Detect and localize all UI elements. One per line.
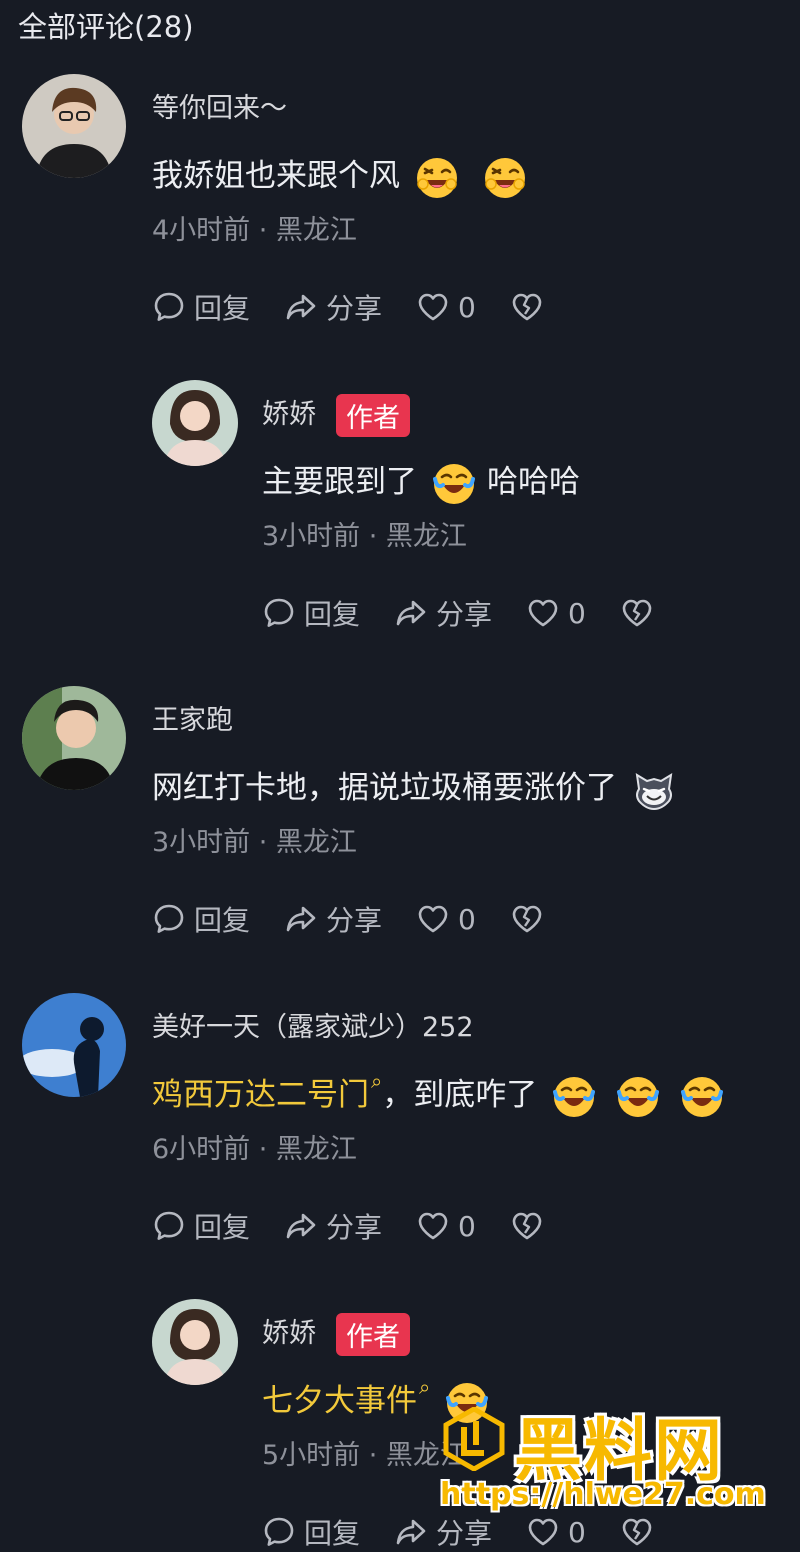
reply-label: 回复 xyxy=(304,598,361,631)
share-label: 分享 xyxy=(326,904,383,937)
comment-bubble-icon xyxy=(262,1515,296,1549)
watermark: 黑料网 https://hlwe27.com xyxy=(436,1395,800,1525)
crying-laugh-emoji xyxy=(679,1074,725,1120)
avatar[interactable] xyxy=(22,74,126,178)
broken-heart-icon xyxy=(510,290,544,324)
comment-author-name[interactable]: 娇娇 作者 xyxy=(262,1311,410,1356)
author-badge: 作者 xyxy=(336,394,410,437)
comment-actions: 回复 分享 0 xyxy=(152,1206,586,1246)
broken-heart-icon xyxy=(510,902,544,936)
author-name-text: 娇娇 xyxy=(262,399,316,430)
grinning-cat-emoji xyxy=(631,767,677,813)
share-button[interactable]: 分享 xyxy=(394,593,492,633)
reply-button[interactable]: 回复 xyxy=(262,593,360,633)
like-count: 0 xyxy=(458,290,476,324)
comment-text: 鸡西万达二号门 ⌕，到底咋了 xyxy=(152,1069,725,1120)
comment-meta: 3小时前 · 黑龙江 xyxy=(152,827,357,858)
crying-laugh-emoji xyxy=(551,1074,597,1120)
avatar[interactable] xyxy=(22,686,126,790)
dislike-button[interactable] xyxy=(620,596,662,630)
author-badge: 作者 xyxy=(336,1313,410,1356)
comment-meta: 4小时前 · 黑龙江 xyxy=(152,215,357,246)
comment-meta: 3小时前 · 黑龙江 xyxy=(262,521,467,552)
comment-item: 美好一天（露家斌少）252 鸡西万达二号门 ⌕，到底咋了 6小时前 · 黑龙江 回… xyxy=(0,993,800,1253)
share-arrow-icon xyxy=(284,1209,318,1243)
search-icon: ⌕ xyxy=(419,1375,431,1399)
wink-laugh-emoji xyxy=(482,155,528,201)
like-count: 0 xyxy=(458,1209,476,1243)
topic-link[interactable]: 鸡西万达二号门 xyxy=(152,1077,369,1113)
comment-author-name[interactable]: 王家跑 xyxy=(152,698,233,737)
reply-label: 回复 xyxy=(194,292,251,325)
comment-text-content: 网红打卡地，据说垃圾桶要涨价了 xyxy=(152,770,617,806)
heart-icon xyxy=(526,596,560,630)
like-button[interactable]: 0 xyxy=(416,1209,476,1243)
comment-text-content: ，到底咋了 xyxy=(382,1077,538,1113)
comment-bubble-icon xyxy=(152,902,186,936)
comment-item: 等你回来～ 我娇姐也来跟个风 4小时前 · 黑龙江 回复 分享 0 xyxy=(0,74,800,334)
comment-bubble-icon xyxy=(152,1209,186,1243)
like-button[interactable]: 0 xyxy=(416,902,476,936)
comment-text: 我娇姐也来跟个风 xyxy=(152,150,528,201)
share-arrow-icon xyxy=(394,1515,428,1549)
comment-text-content: 哈哈哈 xyxy=(487,464,580,500)
comment-text: 主要跟到了 哈哈哈 xyxy=(262,456,580,507)
author-name-text: 娇娇 xyxy=(262,1318,316,1349)
reply-label: 回复 xyxy=(194,1211,251,1244)
like-count: 0 xyxy=(568,596,586,630)
comment-author-name[interactable]: 娇娇 作者 xyxy=(262,392,410,437)
comment-bubble-icon xyxy=(262,596,296,630)
like-button[interactable]: 0 xyxy=(416,290,476,324)
comments-header-title: 全部评论(28) xyxy=(18,10,194,44)
dislike-button[interactable] xyxy=(510,290,552,324)
crying-laugh-emoji xyxy=(615,1074,661,1120)
reply-button[interactable]: 回复 xyxy=(152,899,250,939)
comment-actions: 回复 分享 0 xyxy=(152,899,586,939)
avatar[interactable] xyxy=(152,380,238,466)
comment-text: 网红打卡地，据说垃圾桶要涨价了 xyxy=(152,762,677,813)
share-label: 分享 xyxy=(436,598,493,631)
comment-bubble-icon xyxy=(152,290,186,324)
dislike-button[interactable] xyxy=(510,902,552,936)
reply-button[interactable]: 回复 xyxy=(262,1512,360,1552)
watermark-logo-icon xyxy=(443,1407,505,1471)
watermark-url: https://hlwe27.com xyxy=(440,1477,766,1512)
avatar[interactable] xyxy=(152,1299,238,1385)
dislike-button[interactable] xyxy=(510,1209,552,1243)
share-arrow-icon xyxy=(394,596,428,630)
share-arrow-icon xyxy=(284,290,318,324)
share-button[interactable]: 分享 xyxy=(284,287,382,327)
comment-item: 王家跑 网红打卡地，据说垃圾桶要涨价了 3小时前 · 黑龙江 回复 分享 0 xyxy=(0,686,800,946)
reply-item: 娇娇 作者 主要跟到了 哈哈哈 3小时前 · 黑龙江 回复 分享 0 xyxy=(0,380,800,640)
search-icon: ⌕ xyxy=(371,1069,383,1093)
share-label: 分享 xyxy=(326,292,383,325)
comment-text-content: 主要跟到了 xyxy=(262,464,417,500)
reply-button[interactable]: 回复 xyxy=(152,287,250,327)
comment-actions: 回复 分享 0 xyxy=(152,287,586,327)
avatar[interactable] xyxy=(22,993,126,1097)
broken-heart-icon xyxy=(620,596,654,630)
reply-label: 回复 xyxy=(194,904,251,937)
heart-icon xyxy=(416,290,450,324)
share-arrow-icon xyxy=(284,902,318,936)
reply-button[interactable]: 回复 xyxy=(152,1206,250,1246)
crying-laugh-emoji xyxy=(431,461,477,507)
share-button[interactable]: 分享 xyxy=(284,899,382,939)
share-button[interactable]: 分享 xyxy=(284,1206,382,1246)
heart-icon xyxy=(416,1209,450,1243)
comment-text-content: 我娇姐也来跟个风 xyxy=(152,158,400,194)
heart-icon xyxy=(416,902,450,936)
topic-link[interactable]: 七夕大事件 xyxy=(262,1383,417,1419)
wink-laugh-emoji xyxy=(414,155,460,201)
share-label: 分享 xyxy=(326,1211,383,1244)
like-button[interactable]: 0 xyxy=(526,596,586,630)
broken-heart-icon xyxy=(510,1209,544,1243)
reply-label: 回复 xyxy=(304,1517,361,1550)
like-count: 0 xyxy=(458,902,476,936)
comment-author-name[interactable]: 美好一天（露家斌少）252 xyxy=(152,1005,474,1044)
comment-actions: 回复 分享 0 xyxy=(262,593,696,633)
comment-author-name[interactable]: 等你回来～ xyxy=(152,86,287,125)
comment-meta: 6小时前 · 黑龙江 xyxy=(152,1134,357,1165)
